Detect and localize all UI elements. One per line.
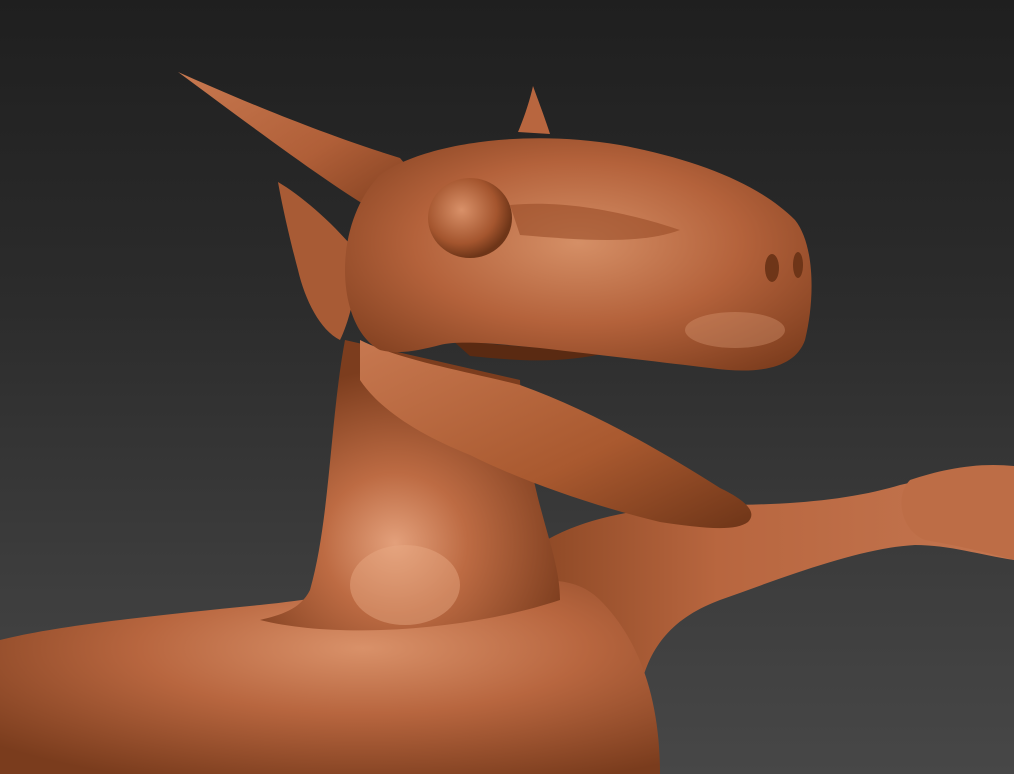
3d-viewport[interactable] — [0, 0, 1014, 774]
model-canvas[interactable] — [0, 0, 1014, 774]
nostril-left — [765, 254, 779, 282]
back-spike — [518, 86, 550, 134]
hand — [901, 464, 1014, 560]
nostril-right — [793, 252, 803, 278]
eye-ridge — [428, 178, 512, 258]
neck-highlight — [350, 545, 460, 625]
snout-highlight — [685, 312, 785, 348]
ear — [278, 182, 357, 340]
